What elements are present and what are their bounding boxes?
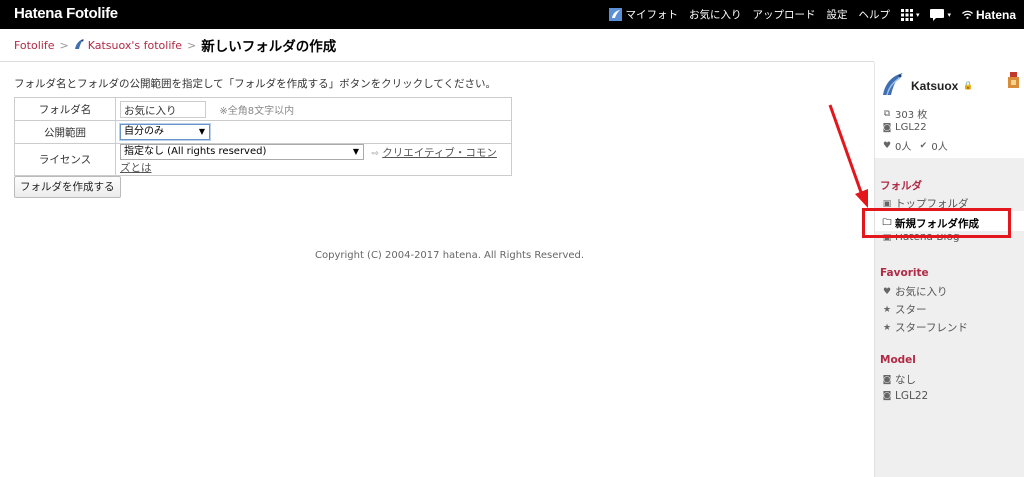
sidebar-item-model-lgl22[interactable]: ◙ LGL22 — [882, 390, 929, 402]
visibility-row: 公開範囲 自分のみ ▼ — [14, 120, 512, 144]
breadcrumb: Fotolife > Katsuox's fotolife > 新しいフォルダの… — [14, 36, 337, 55]
apps-menu[interactable]: ▾ — [900, 8, 920, 21]
copyright-text: Copyright (C) 2004-2017 hatena. All Righ… — [315, 250, 585, 261]
breadcrumb-fotolife[interactable]: Fotolife — [14, 39, 54, 52]
hatena-fotolife-logo[interactable]: Hatena Fotolife — [14, 5, 118, 22]
upload-link[interactable]: アップロード — [752, 7, 815, 22]
star-count: 0人 — [931, 142, 948, 153]
help-link[interactable]: ヘルプ — [858, 7, 890, 22]
arrow-right-icon: ⇨ — [371, 148, 379, 159]
license-cell: 指定なし (All rights reserved) ▼ ⇨ クリエイティブ・コ… — [115, 143, 512, 176]
dropdown-arrow-icon: ▼ — [198, 127, 205, 136]
photo-count: ⧉ 303 枚 — [882, 106, 928, 122]
lock-icon: 🔒 — [963, 81, 974, 90]
camera-icon: ◙ — [882, 391, 892, 401]
medal-icon — [1008, 72, 1019, 91]
hatena-label: Hatena — [975, 7, 1016, 22]
my-photo-icon — [609, 8, 623, 21]
breadcrumb-separator: > — [187, 38, 197, 52]
model-lgl22-label: LGL22 — [895, 390, 929, 402]
wifi-icon — [962, 10, 973, 19]
create-folder-button[interactable]: フォルダを作成する — [14, 176, 121, 198]
reactions-row: ♥ 0人 ✔ 0人 — [882, 138, 948, 154]
camera-icon: ◙ — [882, 122, 892, 133]
star-friends-label: スターフレンド — [895, 322, 968, 334]
folder-name-note: ※全角8文字以内 — [219, 105, 295, 117]
license-select[interactable]: 指定なし (All rights reserved) ▼ — [120, 144, 364, 160]
annotation-arrow-icon — [828, 104, 868, 208]
page-title: 新しいフォルダの作成 — [201, 39, 337, 55]
top-nav: マイフォト お気に入り アップロード 設定 ヘルプ ▾ ▾ Hatena — [609, 0, 1016, 29]
instruction-text: フォルダ名とフォルダの公開範囲を指定して「フォルダを作成する」ボタンをクリックし… — [14, 78, 497, 90]
camera-model-label: LGL22 — [895, 122, 927, 133]
hatena-account-link[interactable]: Hatena — [962, 8, 1016, 22]
user-avatar-icon — [74, 38, 85, 53]
grid-icon — [900, 8, 913, 21]
sidebar-item-model-none[interactable]: ◙ なし — [882, 372, 916, 387]
model-section-heading: Model — [880, 354, 916, 366]
header-divider — [0, 61, 874, 62]
photos-icon: ⧉ — [883, 108, 891, 119]
chevron-down-icon: ▾ — [947, 10, 951, 19]
favorites-label: お気に入り — [895, 286, 948, 298]
sidebar-item-stars[interactable]: ★ スター — [882, 302, 927, 317]
avatar — [880, 71, 906, 100]
license-label: ライセンス — [14, 143, 116, 176]
license-row: ライセンス 指定なし (All rights reserved) ▼ ⇨ クリエ… — [14, 143, 512, 176]
username: Katsuox — [911, 78, 959, 93]
my-photo-link[interactable]: マイフォト — [609, 7, 678, 22]
sidebar-item-star-friends[interactable]: ★ スターフレンド — [882, 320, 968, 335]
folder-section-heading: フォルダ — [880, 180, 922, 192]
checkmark-icon: ✔ — [919, 140, 928, 151]
star-icon: ★ — [882, 322, 892, 333]
heart-count: 0人 — [895, 142, 912, 153]
visibility-cell: 自分のみ ▼ — [115, 120, 512, 144]
camera-icon: ◙ — [882, 374, 892, 385]
folder-form-table: フォルダ名 お気に入り ※全角8文字以内 公開範囲 自分のみ ▼ ライセンス 指… — [14, 97, 512, 176]
breadcrumb-user[interactable]: Katsuox's fotolife — [74, 38, 182, 53]
folder-name-input[interactable]: お気に入り — [120, 100, 206, 118]
folder-icon: ▣ — [882, 198, 892, 209]
folder-name-label: フォルダ名 — [14, 97, 116, 121]
breadcrumb-separator: > — [59, 38, 69, 52]
messages-menu[interactable]: ▾ — [930, 8, 951, 21]
license-value: 指定なし (All rights reserved) — [124, 146, 267, 157]
photo-count-label: 303 枚 — [895, 110, 928, 121]
heart-icon: ♥ — [882, 286, 892, 297]
speech-bubble-icon — [930, 8, 945, 21]
stars-label: スター — [895, 304, 927, 316]
top-navigation-bar: Hatena Fotolife マイフォト お気に入り アップロード 設定 ヘル… — [0, 0, 1024, 29]
highlight-box — [862, 208, 1011, 238]
model-none-label: なし — [895, 374, 916, 386]
visibility-select[interactable]: 自分のみ ▼ — [120, 124, 210, 140]
sidebar-item-favorites[interactable]: ♥ お気に入り — [882, 284, 948, 299]
profile-header[interactable]: Katsuox 🔒 — [880, 71, 973, 100]
favorite-section-heading: Favorite — [880, 267, 929, 279]
folder-name-row: フォルダ名 お気に入り ※全角8文字以内 — [14, 97, 512, 121]
my-photo-label: マイフォト — [625, 9, 678, 21]
settings-link[interactable]: 設定 — [826, 7, 847, 22]
dropdown-arrow-icon: ▼ — [352, 147, 359, 156]
breadcrumb-user-label: Katsuox's fotolife — [87, 38, 183, 52]
camera-model[interactable]: ◙ LGL22 — [882, 122, 927, 133]
folder-name-cell: お気に入り ※全角8文字以内 — [115, 97, 512, 121]
star-icon: ★ — [882, 304, 892, 315]
favorites-link[interactable]: お気に入り — [689, 7, 742, 22]
visibility-label: 公開範囲 — [14, 120, 116, 144]
chevron-down-icon: ▾ — [915, 10, 920, 19]
visibility-value: 自分のみ — [124, 126, 164, 137]
heart-icon: ♥ — [882, 140, 892, 151]
